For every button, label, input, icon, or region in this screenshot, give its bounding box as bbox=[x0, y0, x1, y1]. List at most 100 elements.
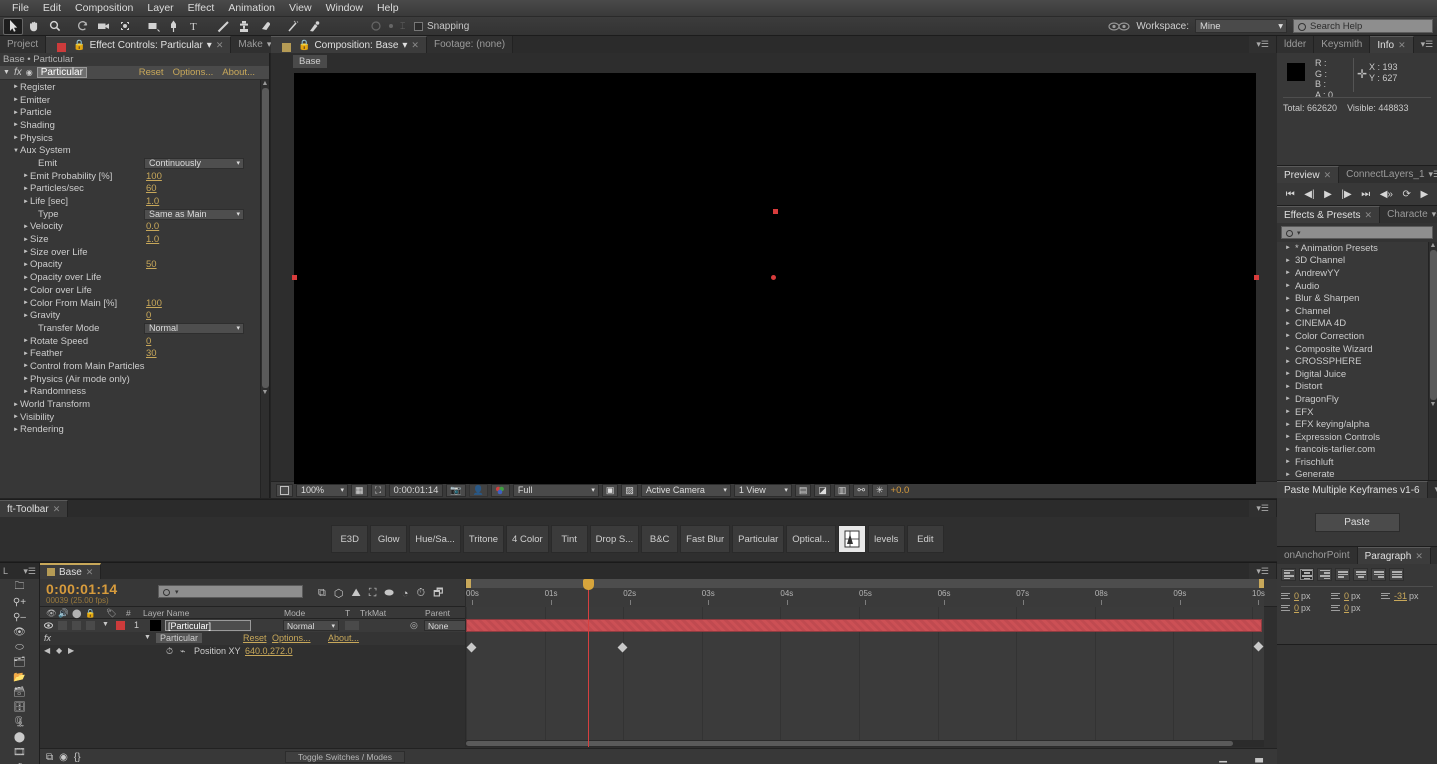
disclosure-triangle-icon[interactable]: ► bbox=[1285, 371, 1291, 377]
current-time-indicator-head[interactable] bbox=[582, 579, 594, 590]
close-icon[interactable]: ✕ bbox=[86, 567, 94, 578]
tab-ft-toolbar[interactable]: ft-Toolbar ✕ bbox=[0, 500, 69, 517]
brainstorm-icon[interactable]: 🗗 bbox=[433, 584, 443, 603]
zoom-level-select[interactable]: 100% ▾ bbox=[296, 483, 348, 497]
transparency-grid-button[interactable]: ▨ bbox=[621, 483, 638, 497]
layer-lock-toggle[interactable] bbox=[86, 621, 95, 630]
eye-visibility-icon[interactable]: 👁 bbox=[10, 626, 30, 639]
disclosure-triangle-icon[interactable]: ▼ bbox=[3, 69, 10, 76]
pixel-aspect-button[interactable]: ▤ bbox=[794, 483, 812, 497]
comp-renderer-icon[interactable]: ◉ bbox=[59, 752, 68, 763]
type-tool-icon[interactable]: T bbox=[185, 18, 205, 35]
effect-parameter-row[interactable]: ► Randomness bbox=[0, 386, 269, 399]
disclosure-triangle-icon[interactable]: ► bbox=[22, 224, 30, 230]
disclosure-triangle-icon[interactable]: ► bbox=[1285, 308, 1291, 314]
always-preview-button[interactable] bbox=[276, 483, 293, 497]
tab-composition-base[interactable]: 🔒 Composition: Base ▾ ✕ bbox=[271, 36, 427, 53]
close-icon[interactable]: ✕ bbox=[1398, 40, 1406, 51]
effect-parameter-value[interactable]: 0.0 bbox=[146, 221, 159, 232]
composition-breadcrumb-item[interactable]: Base bbox=[293, 54, 327, 68]
play-icon[interactable]: ▶ bbox=[1324, 189, 1332, 200]
close-icon[interactable]: ✕ bbox=[411, 40, 419, 51]
keyframe-add-icon[interactable]: ◆ bbox=[56, 646, 62, 655]
tab-timeline-base[interactable]: Base ✕ bbox=[40, 563, 102, 579]
auto-keyframe-icon[interactable]: ⏱ bbox=[416, 587, 425, 600]
next-frame-icon[interactable]: |▶ bbox=[1341, 189, 1351, 200]
list-item[interactable]: ► CROSSPHERE bbox=[1277, 355, 1437, 368]
hand-tool-icon[interactable] bbox=[24, 18, 44, 35]
layer-handle-emitter[interactable] bbox=[773, 209, 778, 214]
puppet-tool-icon[interactable] bbox=[304, 18, 324, 35]
effect-parameter-row[interactable]: Transfer Mode Normal ▾ bbox=[0, 322, 269, 335]
layer-handle-right[interactable] bbox=[1254, 275, 1259, 280]
last-frame-icon[interactable]: ⏭ bbox=[1361, 189, 1370, 200]
disclosure-triangle-icon[interactable]: ► bbox=[22, 173, 30, 179]
keyframe-next-icon[interactable]: ▶ bbox=[68, 646, 74, 655]
parent-pickwhip-icon[interactable]: ◎ bbox=[410, 620, 418, 631]
menu-item-file[interactable]: File bbox=[5, 0, 36, 17]
open-folder-icon[interactable]: 📂 bbox=[10, 671, 30, 684]
close-icon[interactable]: ✕ bbox=[216, 40, 224, 51]
disclosure-triangle-icon[interactable]: ► bbox=[22, 237, 30, 243]
effect-enable-icon[interactable]: ◉ bbox=[26, 68, 33, 77]
work-area-end-handle[interactable] bbox=[1259, 579, 1264, 588]
pen-tool-icon[interactable] bbox=[164, 18, 184, 35]
disclosure-triangle-icon[interactable]: ► bbox=[22, 275, 30, 281]
lock-icon[interactable]: 🔒 bbox=[298, 40, 310, 51]
disclosure-triangle-icon[interactable]: ▼ bbox=[144, 634, 151, 641]
close-icon[interactable]: ✕ bbox=[53, 504, 61, 515]
panel-menu-icon[interactable]: ▾☰ bbox=[1256, 39, 1269, 50]
effect-parameter-row[interactable]: ▼ Aux System bbox=[0, 144, 269, 157]
effect-about-button[interactable]: About... bbox=[328, 633, 359, 643]
effect-reset-button[interactable]: Reset bbox=[243, 633, 267, 643]
shape-tool-icon[interactable] bbox=[143, 18, 163, 35]
about-button[interactable]: About... bbox=[222, 67, 255, 78]
effect-controls-scrollbar[interactable]: ▲ ▼ bbox=[260, 80, 269, 498]
tab-paragraph[interactable]: Paragraph ✕ bbox=[1357, 547, 1431, 564]
effect-parameter-row[interactable]: ► Color From Main [%] 100 bbox=[0, 297, 269, 310]
disclosure-triangle-icon[interactable]: ► bbox=[22, 199, 30, 205]
snapshot-button[interactable]: 📷 bbox=[446, 483, 466, 497]
table-row[interactable]: fx ▼ Particular Reset Options... About..… bbox=[40, 632, 465, 645]
effect-parameter-row[interactable]: ► Particles/sec 60 bbox=[0, 183, 269, 196]
list-item[interactable]: ► Audio bbox=[1277, 280, 1437, 293]
disclosure-triangle-icon[interactable]: ► bbox=[12, 110, 20, 116]
timeline-track-area[interactable] bbox=[465, 607, 1264, 747]
menu-item-composition[interactable]: Composition bbox=[68, 0, 140, 17]
folder-alt-icon[interactable]: 🗄 bbox=[10, 701, 30, 714]
effect-parameter-row[interactable]: ► Rendering bbox=[0, 424, 269, 437]
align-right-button[interactable] bbox=[1317, 568, 1332, 581]
layer-mode-select[interactable]: Normal ▾ bbox=[283, 620, 339, 631]
layer-solo-toggle[interactable] bbox=[72, 621, 81, 630]
scroll-down-arrow-icon[interactable]: ▼ bbox=[1429, 401, 1437, 408]
effect-parameter-value[interactable]: 0 bbox=[146, 336, 151, 347]
channel-select-button[interactable] bbox=[490, 483, 510, 497]
film-strip-icon[interactable]: 🎞 bbox=[10, 746, 30, 759]
justify-last-right-button[interactable] bbox=[1371, 568, 1386, 581]
effect-parameter-row[interactable]: ► Feather 30 bbox=[0, 347, 269, 360]
layer-handle-center[interactable] bbox=[771, 275, 776, 280]
list-item[interactable]: ► Frischluft bbox=[1277, 456, 1437, 469]
composition-viewport[interactable] bbox=[271, 69, 1277, 484]
effect-parameter-row[interactable]: ► Visibility bbox=[0, 411, 269, 424]
list-item[interactable]: ► Expression Controls bbox=[1277, 431, 1437, 444]
paragraph-field-value[interactable]: 0 bbox=[1294, 603, 1299, 613]
disclosure-triangle-icon[interactable]: ▼ bbox=[12, 148, 20, 154]
lock-icon[interactable]: 🔒 bbox=[73, 40, 85, 51]
effect-parameter-row[interactable]: ► Life [sec] 1.0 bbox=[0, 195, 269, 208]
layer-video-toggle[interactable] bbox=[44, 621, 53, 630]
align-left-button[interactable] bbox=[1281, 568, 1296, 581]
disclosure-triangle-icon[interactable]: ► bbox=[22, 389, 30, 395]
keyframe-prev-icon[interactable]: ◀ bbox=[44, 646, 50, 655]
menu-item-animation[interactable]: Animation bbox=[221, 0, 282, 17]
composition-mini-flowchart-icon[interactable]: ⧉ bbox=[318, 587, 326, 600]
selection-tool-icon[interactable] bbox=[3, 17, 23, 35]
disclosure-triangle-icon[interactable]: ► bbox=[22, 351, 30, 357]
new-folder-icon[interactable]: 🗀 bbox=[10, 581, 30, 594]
left-strip-tab[interactable]: L ▾☰ bbox=[0, 563, 39, 579]
layer-audio-toggle[interactable] bbox=[58, 621, 67, 630]
tab-paste-keyframes[interactable]: Paste Multiple Keyframes v1-6 bbox=[1277, 481, 1428, 498]
ft-button-glow[interactable]: Glow bbox=[370, 525, 408, 553]
resolution-select[interactable]: Full ▾ bbox=[512, 483, 599, 497]
composition-flowchart-icon[interactable]: ⧉ bbox=[46, 752, 53, 763]
